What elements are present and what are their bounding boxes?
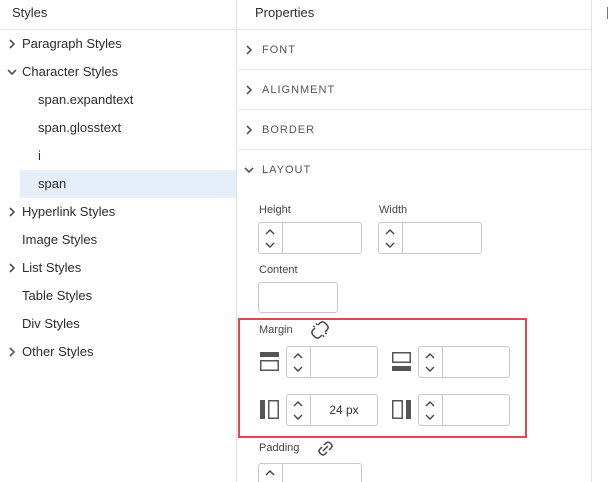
style-item-label: Div Styles <box>22 316 80 331</box>
padding-label: Padding <box>259 442 300 454</box>
width-label: Width <box>379 204 408 216</box>
section-alignment[interactable]: ALIGNMENT <box>238 70 591 110</box>
padding-top-input[interactable] <box>283 464 361 482</box>
style-item-label: Paragraph Styles <box>22 36 122 51</box>
chevron-right-icon <box>246 125 253 135</box>
chevron-right-icon <box>246 85 253 95</box>
style-item-label: Other Styles <box>22 344 94 359</box>
section-border-label: BORDER <box>262 124 316 136</box>
style-item-span[interactable]: span <box>20 170 236 198</box>
style-item-hyperlink-styles[interactable]: Hyperlink Styles <box>0 198 236 226</box>
style-item-label: Hyperlink Styles <box>22 204 116 219</box>
style-item-label: span.glosstext <box>38 120 122 135</box>
section-alignment-label: ALIGNMENT <box>262 84 336 96</box>
content-input[interactable] <box>258 282 338 313</box>
height-stepper[interactable] <box>258 222 362 254</box>
width-input[interactable] <box>403 223 481 253</box>
height-input[interactable] <box>283 223 361 253</box>
section-font-label: FONT <box>262 44 296 56</box>
styles-panel: Styles Paragraph Styles Character Styles s… <box>0 0 237 482</box>
chevron-right-icon[interactable] <box>7 39 17 49</box>
content-label: Content <box>259 264 298 276</box>
style-item-span-expandtext[interactable]: span.expandtext <box>0 86 236 114</box>
chevron-up-icon[interactable] <box>385 228 395 236</box>
chevron-right-icon[interactable] <box>7 347 17 357</box>
chevron-right-icon[interactable] <box>7 207 17 217</box>
style-item-i[interactable]: i <box>0 142 236 170</box>
style-item-character-styles[interactable]: Character Styles <box>0 58 236 86</box>
style-item-label: List Styles <box>22 260 82 275</box>
style-item-label: span.expandtext <box>38 92 134 107</box>
style-item-span-glosstext[interactable]: span.glosstext <box>0 114 236 142</box>
chevron-up-icon[interactable] <box>265 228 275 236</box>
properties-panel-title: Properties <box>238 0 591 30</box>
link-icon[interactable] <box>317 440 334 457</box>
style-item-table-styles[interactable]: Table Styles <box>0 282 236 310</box>
width-stepper[interactable] <box>378 222 482 254</box>
section-layout-label: LAYOUT <box>262 164 312 176</box>
chevron-right-icon[interactable] <box>7 263 17 273</box>
style-item-label: Image Styles <box>22 232 98 247</box>
styles-tree: Paragraph Styles Character Styles span.exp… <box>0 30 236 366</box>
section-layout[interactable]: LAYOUT <box>238 150 591 190</box>
chevron-up-icon[interactable] <box>265 469 275 477</box>
style-item-label: Table Styles <box>22 288 93 303</box>
style-item-other-styles[interactable]: Other Styles <box>0 338 236 366</box>
width-stepper-arrows[interactable] <box>379 223 403 253</box>
chevron-down-icon[interactable] <box>7 67 17 77</box>
panel-divider <box>607 7 608 19</box>
padding-top-stepper[interactable] <box>258 463 362 482</box>
style-item-label: span <box>38 176 67 191</box>
margin-highlight-box <box>238 318 527 438</box>
height-label: Height <box>259 204 291 216</box>
chevron-down-icon[interactable] <box>265 241 275 249</box>
style-item-image-styles[interactable]: Image Styles <box>0 226 236 254</box>
padding-top-arrows[interactable] <box>259 464 283 482</box>
chevron-down-icon <box>244 167 254 174</box>
chevron-right-icon <box>246 45 253 55</box>
section-border[interactable]: BORDER <box>238 110 591 150</box>
style-item-label: Character Styles <box>22 64 119 79</box>
style-item-paragraph-styles[interactable]: Paragraph Styles <box>0 30 236 58</box>
style-item-div-styles[interactable]: Div Styles <box>0 310 236 338</box>
adjacent-panel <box>593 0 610 482</box>
styles-panel-title: Styles <box>0 0 236 30</box>
height-stepper-arrows[interactable] <box>259 223 283 253</box>
chevron-down-icon[interactable] <box>385 241 395 249</box>
style-item-list-styles[interactable]: List Styles <box>0 254 236 282</box>
style-item-label: i <box>38 148 41 163</box>
section-font[interactable]: FONT <box>238 30 591 70</box>
